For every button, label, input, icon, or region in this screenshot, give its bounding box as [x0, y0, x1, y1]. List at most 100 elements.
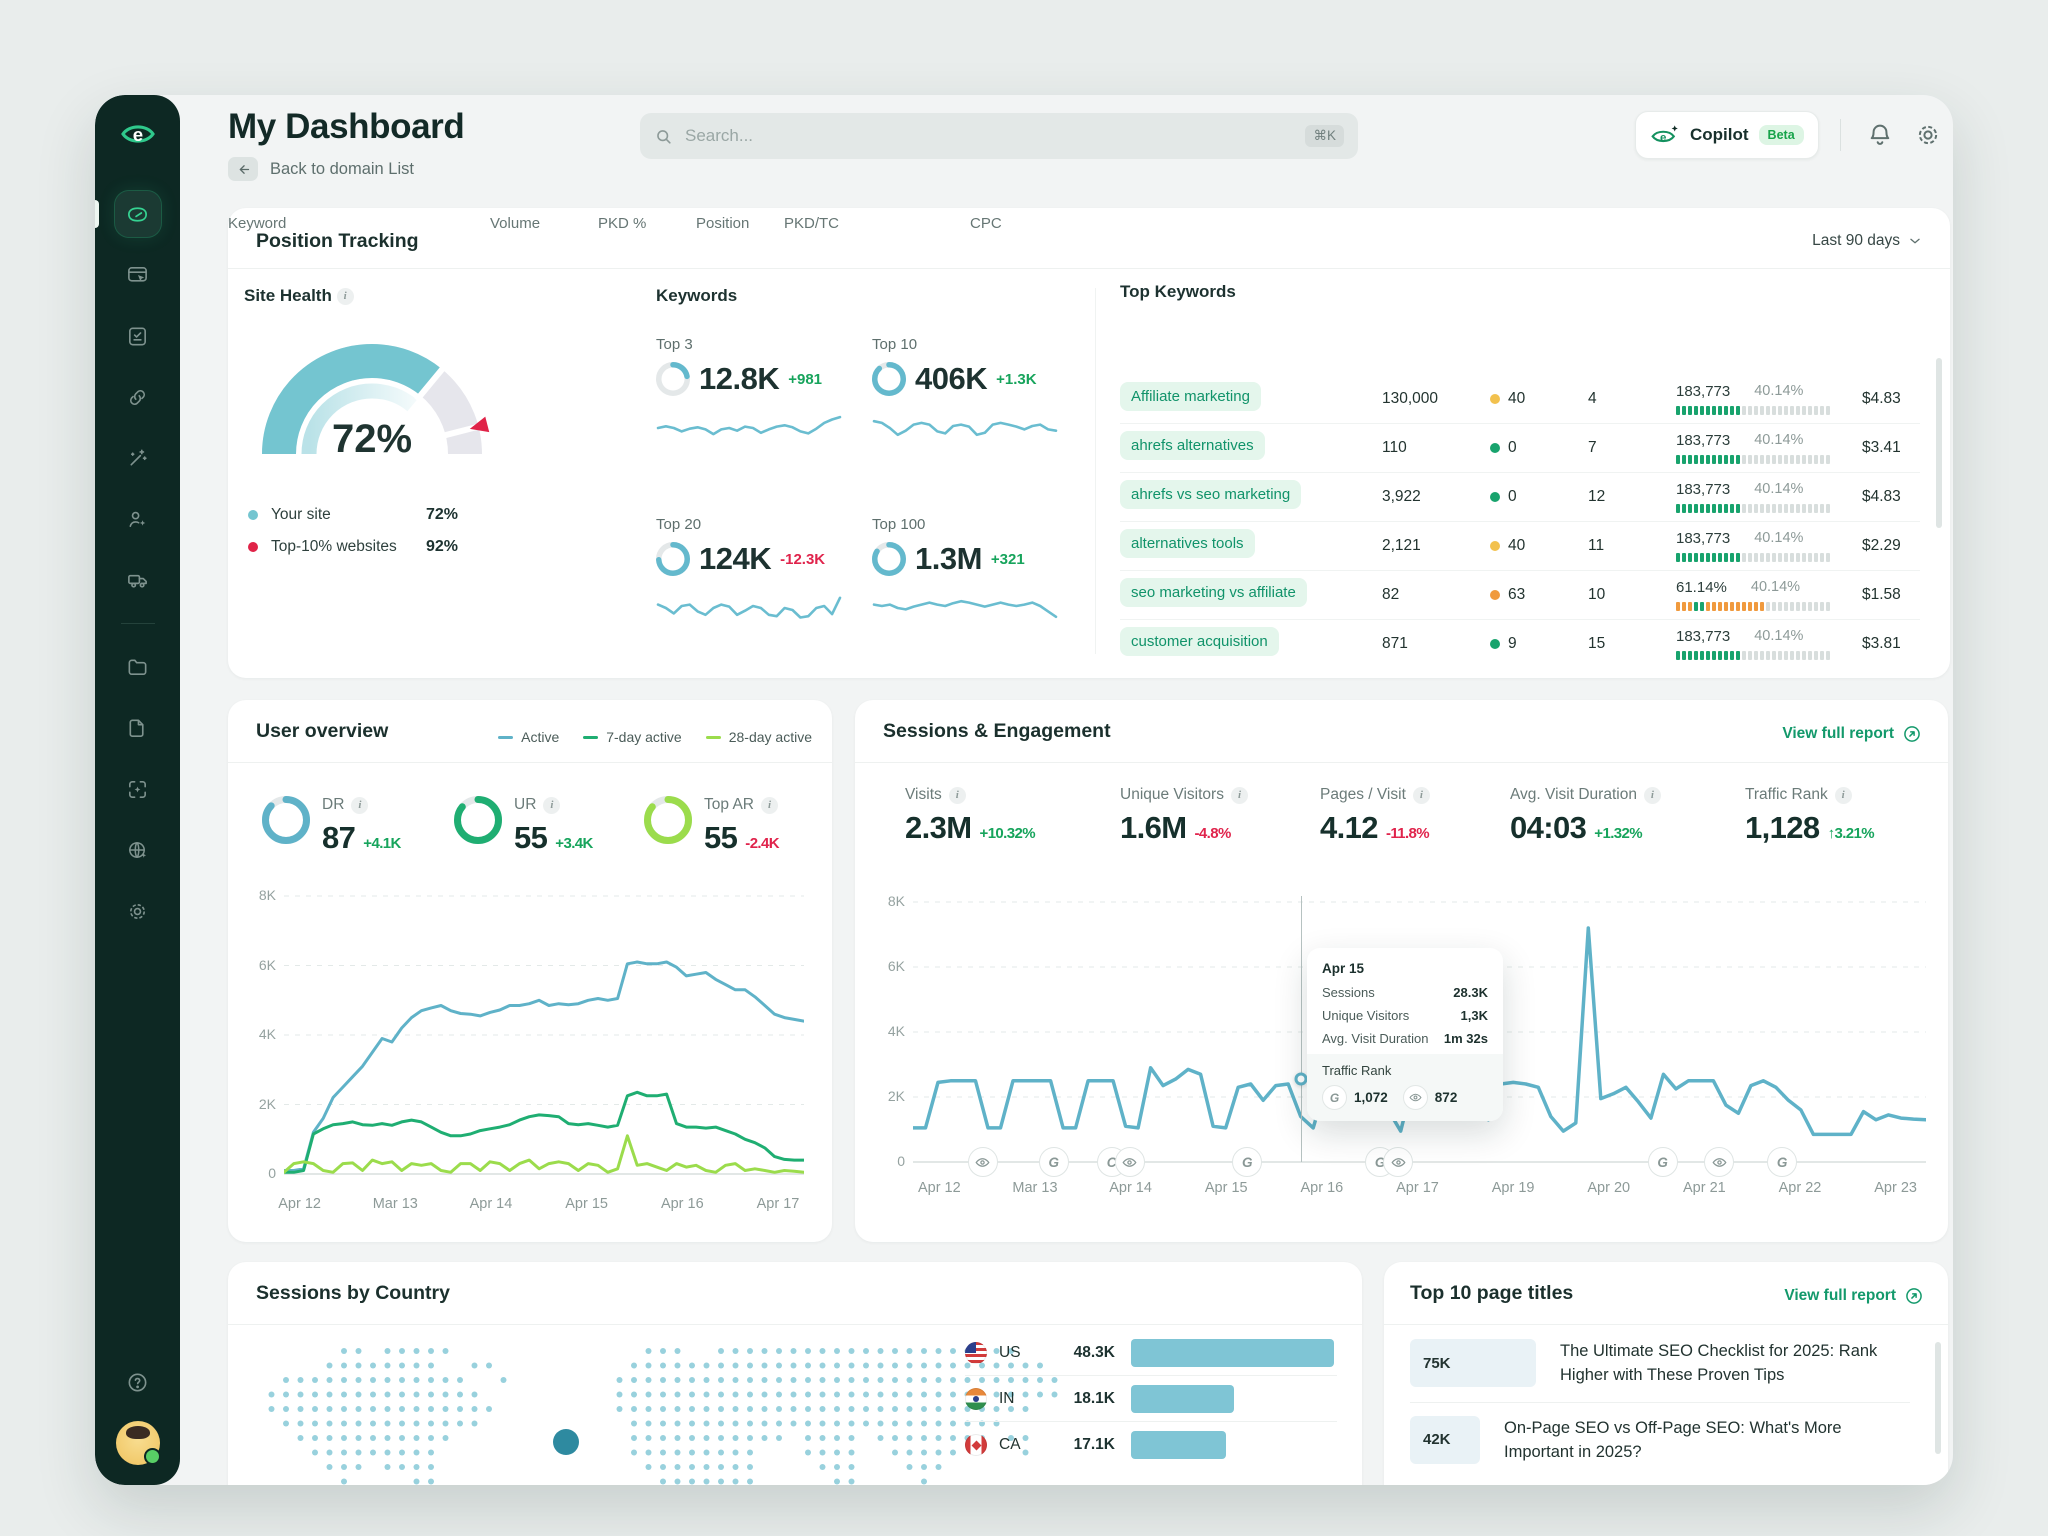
- google-icon: [1648, 1147, 1678, 1177]
- divider: [1384, 1324, 1948, 1325]
- views-badge: 42K: [1410, 1416, 1480, 1464]
- info-icon[interactable]: [949, 787, 966, 804]
- keyword-bucket: Top 312.8K+981: [656, 336, 872, 454]
- notifications-bell-icon[interactable]: [1866, 121, 1894, 154]
- keyword-row[interactable]: Affiliate marketing130,000404183,77340.1…: [1120, 374, 1920, 423]
- column-header[interactable]: Volume: [490, 215, 598, 232]
- country-row[interactable]: IN18.1K: [965, 1376, 1337, 1422]
- chevron-down-icon: [1908, 234, 1922, 248]
- keyword-bucket: Top 20124K-12.3K: [656, 516, 872, 634]
- page-title-row[interactable]: 42KOn-Page SEO vs Off-Page SEO: What's M…: [1410, 1403, 1910, 1479]
- event-marker[interactable]: [1097, 1147, 1145, 1177]
- user-avatar[interactable]: [116, 1421, 160, 1465]
- country-bar: [1131, 1431, 1226, 1459]
- copilot-button[interactable]: e Copilot Beta: [1635, 111, 1819, 159]
- chart-crosshair: [1301, 896, 1302, 1162]
- svg-text:72%: 72%: [332, 417, 412, 461]
- sidebar-item-dashboard[interactable]: [115, 191, 161, 237]
- event-marker[interactable]: [1365, 1147, 1413, 1177]
- info-icon[interactable]: [1413, 787, 1430, 804]
- back-link[interactable]: Back to domain List: [228, 157, 414, 181]
- keyword-row[interactable]: seo marketing vs affiliate82631061.14%40…: [1120, 570, 1920, 619]
- keyword-pill[interactable]: alternatives tools: [1120, 529, 1255, 558]
- app-logo-icon[interactable]: e: [115, 111, 161, 157]
- date-range-dropdown[interactable]: Last 90 days: [1812, 232, 1922, 250]
- event-marker[interactable]: [1704, 1147, 1734, 1177]
- card-title: User overview: [256, 720, 388, 743]
- keyword-pill[interactable]: ahrefs alternatives: [1120, 431, 1265, 460]
- eye-icon: [1704, 1147, 1734, 1177]
- column-header[interactable]: CPC: [970, 215, 1028, 232]
- info-icon[interactable]: [351, 797, 368, 814]
- beta-badge: Beta: [1759, 125, 1804, 145]
- legend-top10-websites: Top-10% websites 92%: [248, 538, 458, 556]
- keyword-pill[interactable]: ahrefs vs seo marketing: [1120, 480, 1301, 509]
- country-row[interactable]: US48.3K: [965, 1330, 1337, 1376]
- site-health-title: Site Health: [244, 286, 354, 306]
- page-title-row[interactable]: 75KThe Ultimate SEO Checklist for 2025: …: [1410, 1326, 1910, 1403]
- search-icon: [654, 127, 673, 146]
- back-arrow-icon[interactable]: [228, 157, 258, 181]
- help-icon[interactable]: [115, 1359, 161, 1405]
- event-marker[interactable]: [1039, 1147, 1069, 1177]
- country-row[interactable]: CA17.1K: [965, 1422, 1337, 1468]
- keyword-row[interactable]: customer acquisition871915183,77340.14%$…: [1120, 619, 1920, 668]
- column-header[interactable]: PKD/TC: [784, 215, 970, 232]
- settings-gear-icon[interactable]: [1914, 121, 1942, 154]
- legend-item[interactable]: 7-day active: [583, 729, 681, 745]
- keyword-row[interactable]: ahrefs vs seo marketing3,922012183,77340…: [1120, 472, 1920, 521]
- event-marker[interactable]: [1648, 1147, 1678, 1177]
- legend-dot: [248, 542, 258, 552]
- copilot-label: Copilot: [1690, 125, 1749, 145]
- info-icon[interactable]: [543, 797, 560, 814]
- keyword-row[interactable]: alternatives tools2,1214011183,77340.14%…: [1120, 521, 1920, 570]
- sidebar-item-user-add[interactable]: [115, 496, 161, 542]
- pkd-dot: [1490, 443, 1500, 453]
- column-header[interactable]: Position: [696, 215, 784, 232]
- sidebar-item-truck[interactable]: [115, 557, 161, 603]
- search-bar[interactable]: ⌘K: [640, 113, 1358, 159]
- sidebar: e: [95, 95, 180, 1485]
- sidebar-item-link[interactable]: [115, 374, 161, 420]
- sessions-metrics: Visits2.3M+10.32%Unique Visitors1.6M-4.8…: [855, 786, 1948, 856]
- sidebar-item-file[interactable]: [115, 705, 161, 751]
- google-icon: [1232, 1147, 1262, 1177]
- pkd-dot: [1490, 492, 1500, 502]
- event-marker[interactable]: [1232, 1147, 1262, 1177]
- external-link-icon: [1904, 1286, 1924, 1306]
- google-icon: [1039, 1147, 1069, 1177]
- keyword-row[interactable]: ahrefs alternatives11007183,77340.14%$3.…: [1120, 423, 1920, 472]
- x-axis-labels: Apr 12Mar 13Apr 14Apr 15Apr 16Apr 17Apr …: [913, 1180, 1926, 1202]
- info-icon[interactable]: [1835, 787, 1852, 804]
- scrollbar[interactable]: [1936, 358, 1942, 528]
- column-header[interactable]: Keyword: [228, 215, 490, 232]
- sidebar-item-scan[interactable]: [115, 766, 161, 812]
- info-icon[interactable]: [1644, 787, 1661, 804]
- sidebar-item-settings[interactable]: [115, 888, 161, 934]
- search-input[interactable]: [683, 125, 1295, 147]
- keyword-pill[interactable]: seo marketing vs affiliate: [1120, 578, 1307, 607]
- scrollbar[interactable]: [1935, 1342, 1941, 1454]
- sidebar-item-folder[interactable]: [115, 644, 161, 690]
- legend-item[interactable]: 28-day active: [706, 729, 812, 745]
- info-icon[interactable]: [337, 288, 354, 305]
- divider: [228, 1324, 1362, 1325]
- info-icon[interactable]: [1231, 787, 1248, 804]
- sidebar-item-magic-wand[interactable]: [115, 435, 161, 481]
- view-full-report-link[interactable]: View full report: [1782, 724, 1922, 744]
- keyword-pill[interactable]: Affiliate marketing: [1120, 382, 1261, 411]
- pkd-dot: [1490, 590, 1500, 600]
- pkd-dot: [1490, 394, 1500, 404]
- legend-item[interactable]: Active: [498, 729, 559, 745]
- keyword-pill[interactable]: customer acquisition: [1120, 627, 1279, 656]
- flag-ca-icon: [965, 1434, 987, 1456]
- event-marker[interactable]: [1767, 1147, 1797, 1177]
- metric-visits: Visits2.3M+10.32%: [905, 786, 1035, 846]
- column-header[interactable]: PKD %: [598, 215, 696, 232]
- view-full-report-link[interactable]: View full report: [1784, 1286, 1924, 1306]
- info-icon[interactable]: [761, 797, 778, 814]
- sidebar-item-checklist[interactable]: [115, 313, 161, 359]
- sidebar-item-globe[interactable]: [115, 827, 161, 873]
- event-marker[interactable]: [968, 1147, 998, 1177]
- sidebar-item-site-audit[interactable]: [115, 252, 161, 298]
